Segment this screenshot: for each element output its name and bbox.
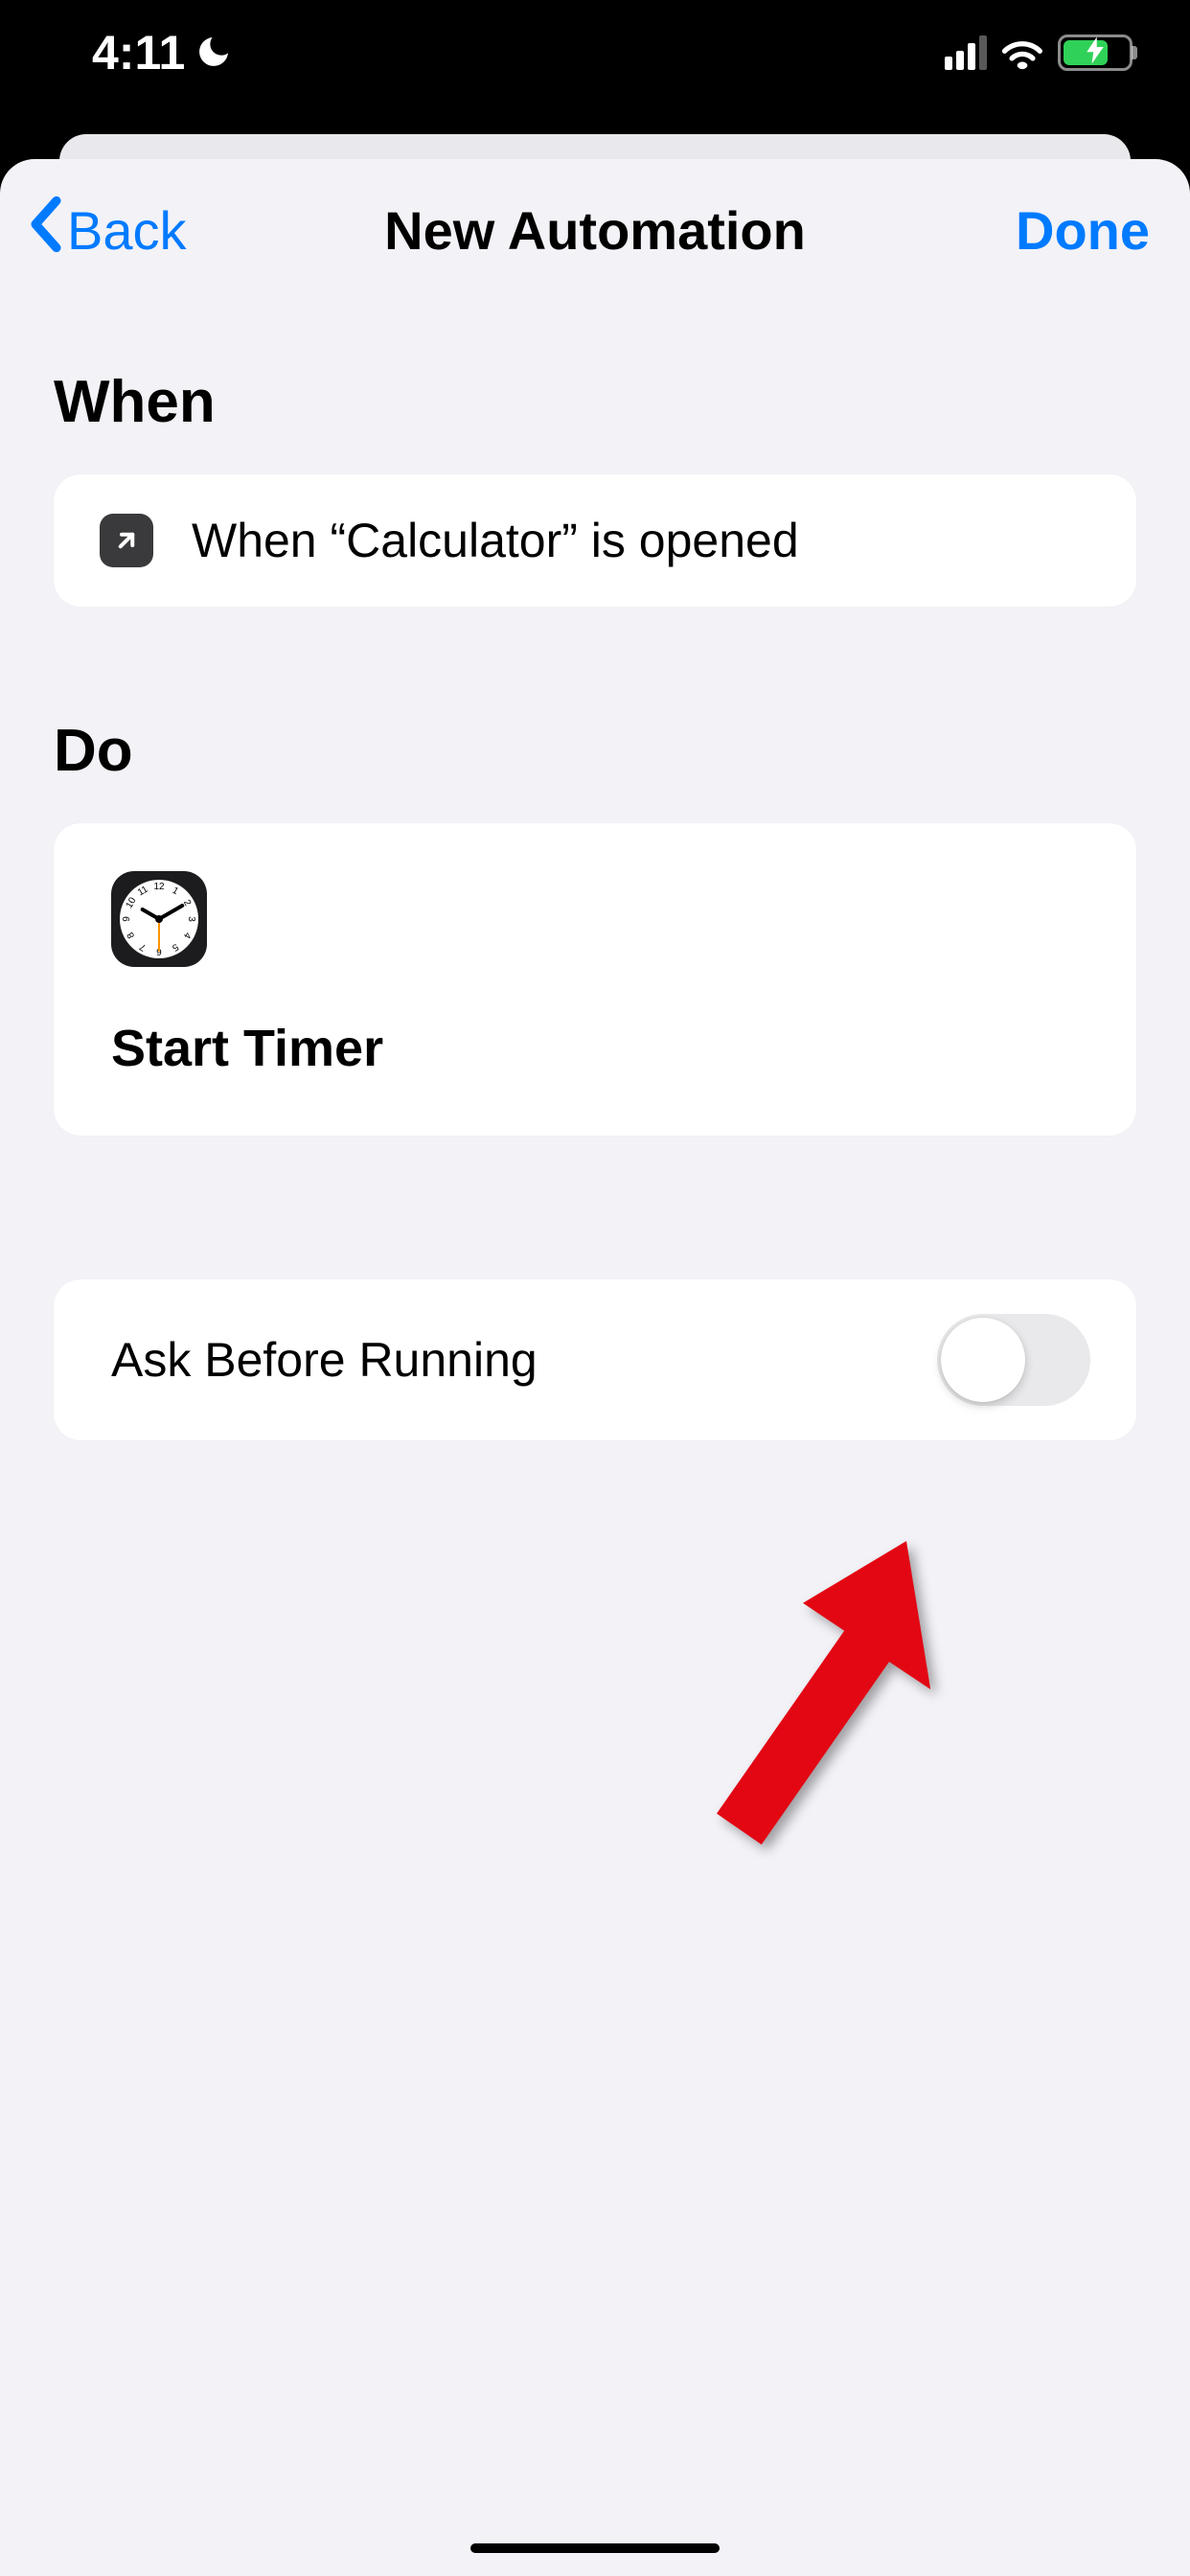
clock-app-icon: 12 1 2 3 4 5 6 7 8 9 10 11 (111, 871, 207, 967)
home-indicator[interactable] (470, 2543, 720, 2553)
wifi-icon (1000, 35, 1044, 70)
do-action-card[interactable]: 12 1 2 3 4 5 6 7 8 9 10 11 (54, 823, 1136, 1136)
when-condition-row[interactable]: When “Calculator” is opened (54, 474, 1136, 607)
modal-sheet: Back New Automation Done When When “Calc… (0, 159, 1190, 2576)
page-title: New Automation (384, 199, 806, 262)
status-left: 4:11 (92, 25, 233, 80)
chevron-left-icon (29, 196, 63, 265)
back-button[interactable]: Back (29, 196, 187, 265)
ask-before-running-toggle[interactable] (937, 1314, 1090, 1406)
content: When When “Calculator” is opened Do 12 1… (0, 368, 1190, 1440)
back-label: Back (67, 199, 187, 262)
done-button[interactable]: Done (1016, 199, 1150, 262)
do-not-disturb-icon (195, 27, 233, 82)
status-right (945, 34, 1133, 71)
ask-before-running-label: Ask Before Running (111, 1332, 538, 1388)
open-app-icon (100, 514, 153, 567)
status-bar: 4:11 (0, 0, 1190, 105)
navigation-bar: Back New Automation Done (0, 159, 1190, 301)
annotation-arrow-icon (613, 1506, 958, 1856)
cellular-signal-icon (945, 35, 987, 70)
when-condition-text: When “Calculator” is opened (192, 513, 799, 568)
do-action-label: Start Timer (111, 1019, 1079, 1078)
when-section-header: When (54, 368, 1136, 436)
status-time: 4:11 (92, 25, 185, 80)
battery-icon (1058, 34, 1133, 71)
toggle-knob (941, 1318, 1025, 1402)
ask-before-running-row: Ask Before Running (54, 1279, 1136, 1440)
do-section-header: Do (54, 717, 1136, 785)
